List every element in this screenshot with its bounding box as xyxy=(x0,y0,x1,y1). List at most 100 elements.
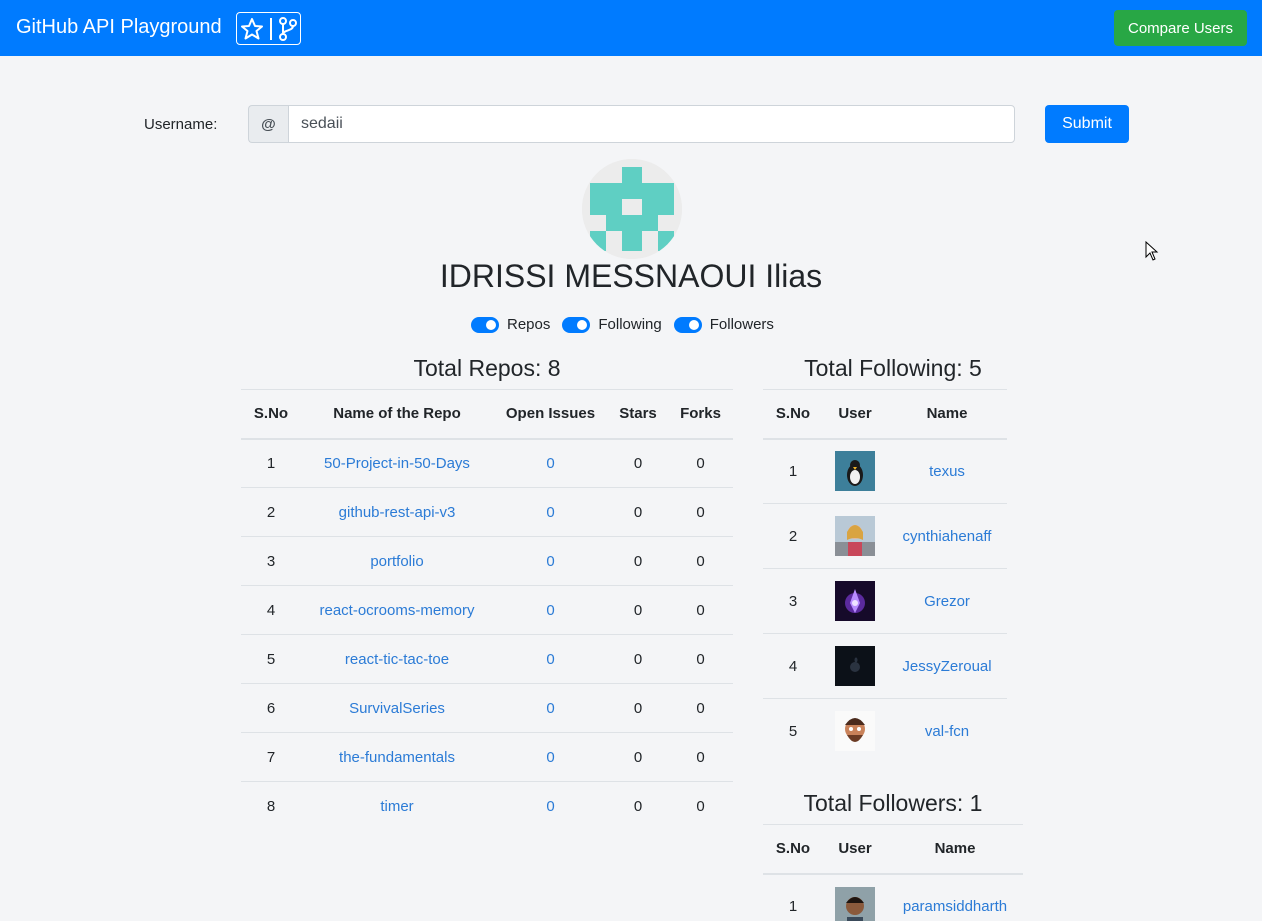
column-header: Open Issues xyxy=(493,389,608,440)
followers-table: S.No User Name 1 paramsiddharth xyxy=(763,824,1023,921)
issues-link[interactable]: 0 xyxy=(546,602,554,619)
issues-link[interactable]: 0 xyxy=(546,798,554,815)
brand-title[interactable]: GitHub API Playground xyxy=(16,16,222,39)
forks-cell: 0 xyxy=(668,487,733,537)
stars-cell: 0 xyxy=(608,781,668,831)
column-header: Name xyxy=(887,389,1007,440)
user-link[interactable]: val-fcn xyxy=(925,723,969,740)
stars-cell: 0 xyxy=(608,683,668,733)
user-link[interactable]: cynthiahenaff xyxy=(903,528,992,545)
table-row: 4 react-ocrooms-memory 0 0 0 xyxy=(241,585,733,635)
table-row: 5 react-tic-tac-toe 0 0 0 xyxy=(241,634,733,684)
submit-button[interactable]: Submit xyxy=(1045,105,1129,143)
issues-link[interactable]: 0 xyxy=(546,749,554,766)
divider xyxy=(269,17,272,40)
sno-cell: 3 xyxy=(763,568,823,634)
followers-title: Total Followers: 1 xyxy=(803,790,983,816)
issues-link[interactable]: 0 xyxy=(546,455,554,472)
table-header-row: S.No User Name xyxy=(763,389,1007,440)
repo-link[interactable]: timer xyxy=(380,798,413,815)
sno-cell: 5 xyxy=(241,634,301,684)
user-link[interactable]: JessyZeroual xyxy=(902,658,991,675)
issues-link[interactable]: 0 xyxy=(546,651,554,668)
sno-cell: 6 xyxy=(241,683,301,733)
table-row: 1 paramsiddharth xyxy=(763,873,1023,921)
sno-cell: 2 xyxy=(763,503,823,569)
sno-cell: 7 xyxy=(241,732,301,782)
following-table: S.No User Name 1 texus 2 cynthiahenaff 3… xyxy=(763,389,1007,764)
forks-cell: 0 xyxy=(668,536,733,586)
sno-cell: 1 xyxy=(763,873,823,921)
table-row: 8 timer 0 0 0 xyxy=(241,781,733,831)
column-header: S.No xyxy=(763,389,823,440)
compare-users-button[interactable]: Compare Users xyxy=(1114,10,1247,46)
git-branch-icon xyxy=(278,16,297,41)
sno-cell: 1 xyxy=(241,438,301,488)
issues-link[interactable]: 0 xyxy=(546,504,554,521)
table-row: 4 JessyZeroual xyxy=(763,633,1007,699)
user-link[interactable]: Grezor xyxy=(924,593,970,610)
table-row: 3 portfolio 0 0 0 xyxy=(241,536,733,586)
toggle-switch[interactable] xyxy=(562,316,591,333)
mouse-cursor-icon xyxy=(1145,241,1159,261)
stars-cell: 0 xyxy=(608,536,668,586)
profile-avatar xyxy=(582,159,682,259)
username-input-group: @ xyxy=(248,105,1015,143)
user-link[interactable]: paramsiddharth xyxy=(903,898,1007,915)
sno-cell: 8 xyxy=(241,781,301,831)
toggle-switch[interactable] xyxy=(673,316,702,333)
toggle-label: Following xyxy=(598,316,662,333)
table-row: 5 val-fcn xyxy=(763,698,1007,764)
repo-link-icons[interactable] xyxy=(236,12,301,45)
sno-cell: 1 xyxy=(763,438,823,504)
table-row: 1 texus xyxy=(763,438,1007,504)
table-row: 1 50-Project-in-50-Days 0 0 0 xyxy=(241,438,733,488)
table-row: 2 github-rest-api-v3 0 0 0 xyxy=(241,487,733,537)
user-link[interactable]: texus xyxy=(929,463,965,480)
table-row: 6 SurvivalSeries 0 0 0 xyxy=(241,683,733,733)
user-avatar xyxy=(835,711,875,752)
user-avatar xyxy=(835,516,875,556)
username-input[interactable] xyxy=(288,105,1015,143)
forks-cell: 0 xyxy=(668,438,733,488)
forks-cell: 0 xyxy=(668,634,733,684)
table-header-row: S.No User Name xyxy=(763,824,1023,875)
repo-link[interactable]: SurvivalSeries xyxy=(349,700,445,717)
repo-link[interactable]: 50-Project-in-50-Days xyxy=(324,455,470,472)
toggle-label: Repos xyxy=(507,316,551,333)
column-header: S.No xyxy=(241,389,301,440)
sno-cell: 4 xyxy=(763,633,823,699)
toggle-followers[interactable]: Followers xyxy=(673,316,774,333)
issues-link[interactable]: 0 xyxy=(546,700,554,717)
repo-link[interactable]: react-tic-tac-toe xyxy=(345,651,449,668)
column-header: S.No xyxy=(763,824,823,875)
table-row: 3 Grezor xyxy=(763,568,1007,634)
sno-cell: 4 xyxy=(241,585,301,635)
repo-link[interactable]: portfolio xyxy=(370,553,423,570)
stars-cell: 0 xyxy=(608,585,668,635)
column-header: User xyxy=(823,389,887,440)
table-header-row: S.No Name of the Repo Open Issues Stars … xyxy=(241,389,733,440)
sno-cell: 3 xyxy=(241,536,301,586)
column-header: User xyxy=(823,824,887,875)
repo-link[interactable]: the-fundamentals xyxy=(339,749,455,766)
repo-link[interactable]: github-rest-api-v3 xyxy=(339,504,456,521)
repo-link[interactable]: react-ocrooms-memory xyxy=(319,602,474,619)
issues-link[interactable]: 0 xyxy=(546,553,554,570)
stars-cell: 0 xyxy=(608,438,668,488)
forks-cell: 0 xyxy=(668,732,733,782)
user-avatar xyxy=(835,451,875,492)
column-header: Name of the Repo xyxy=(301,389,493,440)
user-avatar xyxy=(835,886,875,921)
toggle-switch[interactable] xyxy=(471,316,499,333)
sno-cell: 2 xyxy=(241,487,301,537)
navbar: GitHub API Playground Compare Users xyxy=(0,0,1262,56)
stars-cell: 0 xyxy=(608,732,668,782)
toggle-following[interactable]: Following xyxy=(562,316,662,333)
stars-cell: 0 xyxy=(608,487,668,537)
column-header: Forks xyxy=(668,389,733,440)
toggle-repos[interactable]: Repos xyxy=(471,316,550,333)
view-toggles: Repos Following Followers xyxy=(471,316,774,333)
user-avatar xyxy=(835,646,875,686)
repos-table: S.No Name of the Repo Open Issues Stars … xyxy=(241,389,733,831)
